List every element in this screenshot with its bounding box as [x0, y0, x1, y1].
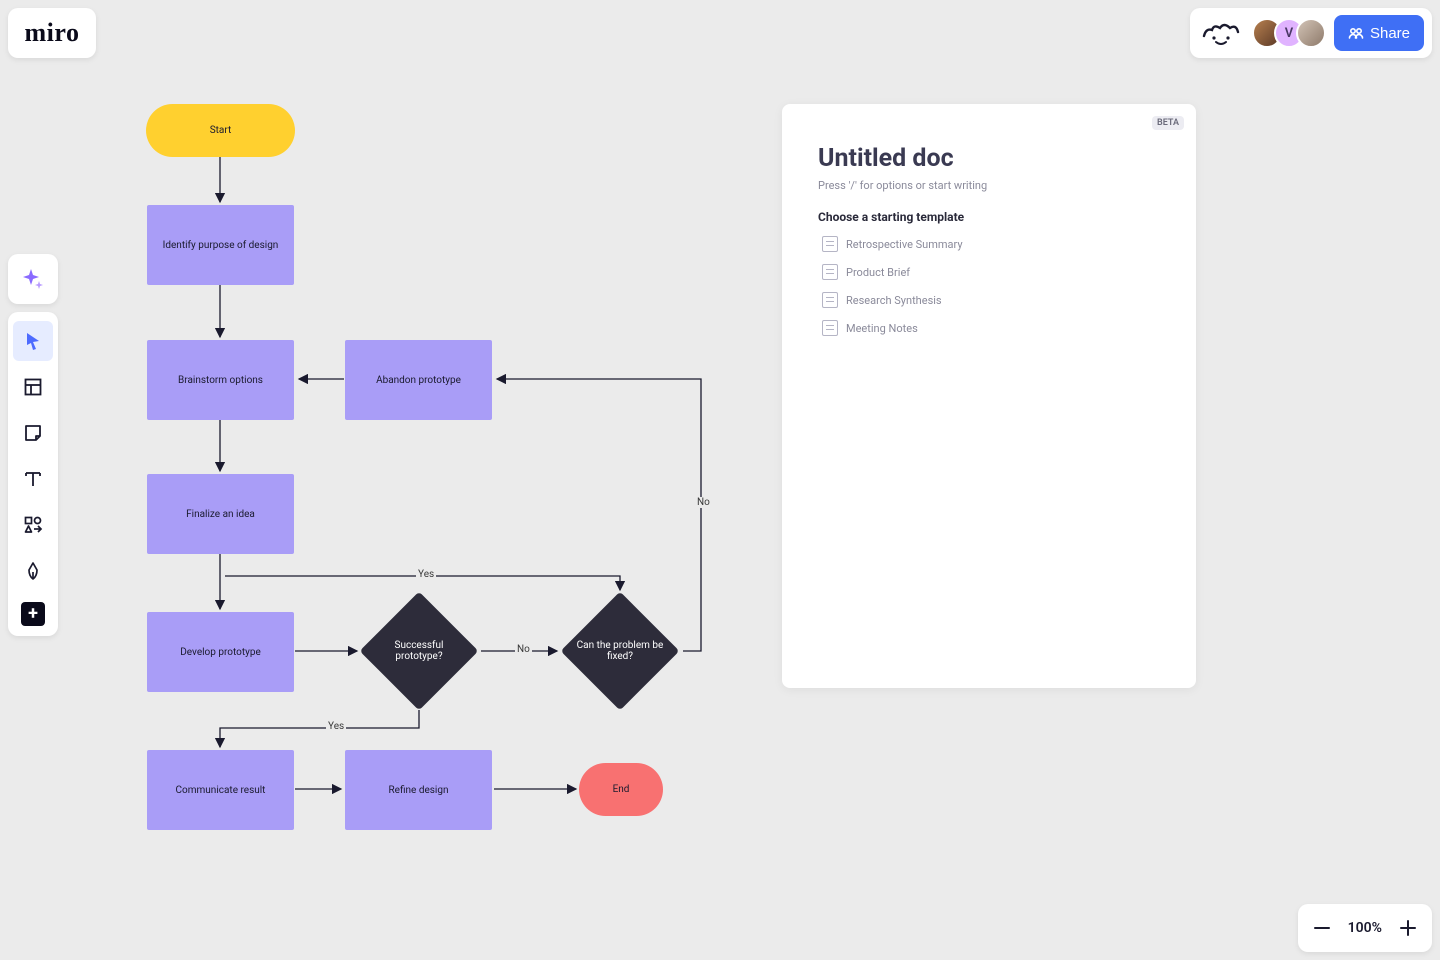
zoom-controls: 100% [1298, 904, 1432, 952]
node-successful-decision[interactable]: Successful prototype? [377, 609, 461, 693]
node-fixable-decision[interactable]: Can the problem be fixed? [578, 609, 662, 693]
doc-template-label: Retrospective Summary [846, 238, 963, 251]
edge-label: No [515, 644, 532, 655]
node-communicate[interactable]: Communicate result [147, 750, 294, 830]
node-identify[interactable]: Identify purpose of design [147, 205, 294, 285]
node-finalize[interactable]: Finalize an idea [147, 474, 294, 554]
doc-hint: Press '/' for options or start writing [818, 179, 1160, 192]
document-panel[interactable]: BETA Untitled doc Press '/' for options … [782, 104, 1196, 688]
node-abandon[interactable]: Abandon prototype [345, 340, 492, 420]
node-label: Finalize an idea [186, 509, 255, 520]
node-label: Can the problem be fixed? [575, 640, 665, 662]
doc-template-option[interactable]: Product Brief [818, 258, 1160, 286]
beta-badge: BETA [1152, 116, 1184, 130]
document-icon [822, 320, 838, 336]
doc-template-label: Product Brief [846, 266, 910, 279]
node-label: Identify purpose of design [163, 240, 279, 251]
doc-template-option[interactable]: Meeting Notes [818, 314, 1160, 342]
node-label: Refine design [389, 785, 449, 796]
doc-template-option[interactable]: Research Synthesis [818, 286, 1160, 314]
zoom-out-button[interactable] [1302, 908, 1342, 948]
document-icon [822, 264, 838, 280]
doc-templates-heading: Choose a starting template [818, 210, 1160, 224]
node-refine[interactable]: Refine design [345, 750, 492, 830]
node-end[interactable]: End [579, 763, 663, 816]
node-brainstorm[interactable]: Brainstorm options [147, 340, 294, 420]
edge-label: No [695, 497, 712, 508]
document-icon [822, 292, 838, 308]
plus-icon [1399, 919, 1417, 937]
node-label: Brainstorm options [178, 375, 263, 386]
node-label: Successful prototype? [374, 640, 464, 662]
canvas[interactable]: Yes No Yes No Start Identify purpose of … [0, 0, 1440, 960]
zoom-level[interactable]: 100% [1342, 920, 1388, 936]
doc-title[interactable]: Untitled doc [818, 144, 1160, 173]
doc-template-label: Meeting Notes [846, 322, 918, 335]
doc-template-label: Research Synthesis [846, 294, 942, 307]
minus-icon [1313, 919, 1331, 937]
node-label: Develop prototype [180, 647, 261, 658]
node-develop[interactable]: Develop prototype [147, 612, 294, 692]
document-icon [822, 236, 838, 252]
node-start[interactable]: Start [146, 104, 295, 157]
node-label: End [613, 784, 630, 795]
edge-label: Yes [416, 569, 436, 580]
doc-template-option[interactable]: Retrospective Summary [818, 230, 1160, 258]
node-label: Communicate result [176, 785, 266, 796]
edge-label: Yes [326, 721, 346, 732]
zoom-in-button[interactable] [1388, 908, 1428, 948]
node-label: Start [210, 125, 232, 136]
node-label: Abandon prototype [376, 375, 461, 386]
